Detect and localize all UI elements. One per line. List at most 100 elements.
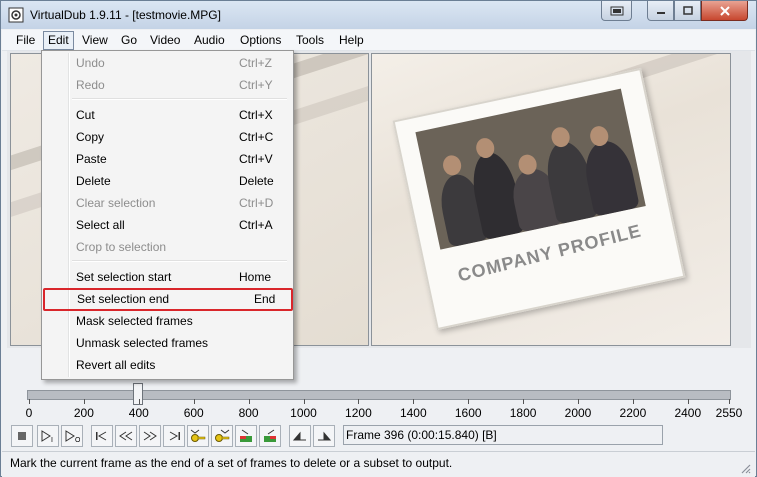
go-end-button[interactable] xyxy=(163,425,185,447)
menu-go-label: Go xyxy=(121,33,138,47)
menu-item-shortcut: Delete xyxy=(239,174,274,188)
menu-item-set-selection-start[interactable]: Set selection start Home xyxy=(45,267,290,287)
menu-go[interactable]: Go xyxy=(117,32,141,49)
maximize-icon xyxy=(682,5,693,15)
menu-audio[interactable]: Audio xyxy=(190,32,229,49)
menu-item-label: Select all xyxy=(76,218,125,232)
menu-file[interactable]: File xyxy=(12,32,39,49)
play-input-icon: I xyxy=(41,430,53,443)
minimize-button[interactable] xyxy=(647,1,674,21)
menu-item-shortcut: Ctrl+Y xyxy=(239,78,273,92)
next-frame-icon xyxy=(143,431,157,441)
output-video-pane[interactable]: COMPANY PROFILE xyxy=(371,53,731,346)
mark-out-button[interactable] xyxy=(313,425,335,447)
menu-item-label: Crop to selection xyxy=(76,240,167,254)
main-window: VirtualDub 1.9.11 - [testmovie.MPG] File… xyxy=(0,0,757,477)
menu-item-paste[interactable]: Paste Ctrl+V xyxy=(45,149,290,169)
svg-text:I: I xyxy=(51,437,53,443)
menu-item-unmask-selected-frames[interactable]: Unmask selected frames xyxy=(45,333,290,353)
timeline-tick xyxy=(29,399,30,404)
mark-in-button[interactable] xyxy=(289,425,311,447)
timeline-tick-label: 1000 xyxy=(290,406,317,420)
prev-keyframe-button[interactable] xyxy=(187,425,209,447)
menu-item-delete[interactable]: Delete Delete xyxy=(45,171,290,191)
menu-item-undo[interactable]: Undo Ctrl+Z xyxy=(45,53,290,73)
next-keyframe-icon xyxy=(215,429,230,442)
go-end-icon xyxy=(169,431,180,441)
timeline-thumb[interactable] xyxy=(132,383,143,405)
mark-out-icon xyxy=(318,431,332,441)
timeline-tick xyxy=(83,399,85,404)
timeline-tick xyxy=(729,399,730,404)
edit-menu-dropdown: Undo Ctrl+Z Redo Ctrl+Y Cut Ctrl+X Copy Ctrl… xyxy=(41,50,294,380)
timeline-tick-label: 1800 xyxy=(509,406,537,420)
title-bar[interactable]: VirtualDub 1.9.11 - [testmovie.MPG] xyxy=(1,1,756,29)
menu-item-label: Mask selected frames xyxy=(76,314,193,328)
menu-item-label: Cut xyxy=(76,108,95,122)
play-output-button[interactable]: O xyxy=(61,425,83,447)
close-button[interactable] xyxy=(701,1,748,21)
menu-help[interactable]: Help xyxy=(335,32,368,49)
menu-item-mask-selected-frames[interactable]: Mask selected frames xyxy=(45,311,290,331)
next-frame-button[interactable] xyxy=(139,425,161,447)
menu-item-label: Paste xyxy=(76,152,107,166)
window-extra-button[interactable] xyxy=(601,1,632,21)
menu-file-label: File xyxy=(16,33,36,47)
timeline-tick xyxy=(358,399,360,404)
timeline-tick-label: 400 xyxy=(128,406,149,420)
menu-item-shortcut: Home xyxy=(239,270,272,284)
scene-forward-button[interactable] xyxy=(259,425,281,447)
menu-item-redo[interactable]: Redo Ctrl+Y xyxy=(45,75,290,95)
resize-grip-icon[interactable] xyxy=(739,462,751,474)
timeline-tick-label: 800 xyxy=(238,406,259,420)
stop-icon xyxy=(18,432,26,440)
menu-item-label: Unmask selected frames xyxy=(76,336,209,350)
menu-item-label: Redo xyxy=(76,78,105,92)
menu-item-shortcut: Ctrl+V xyxy=(239,152,273,166)
menu-item-cut[interactable]: Cut Ctrl+X xyxy=(45,105,290,125)
go-start-button[interactable] xyxy=(91,425,113,447)
scene-forward-icon xyxy=(264,429,276,442)
menu-edit-label: Edit xyxy=(48,33,69,47)
play-input-button[interactable]: I xyxy=(37,425,59,447)
menu-view[interactable]: View xyxy=(78,32,112,49)
menu-separator xyxy=(72,260,287,262)
timeline-tick-label: 2400 xyxy=(674,406,702,420)
go-start-icon xyxy=(96,431,107,441)
mark-in-icon xyxy=(292,431,306,441)
timeline-tick xyxy=(303,399,305,404)
timeline-tick-label: 200 xyxy=(73,406,94,420)
timeline-tick xyxy=(468,399,470,404)
maximize-button[interactable] xyxy=(674,1,701,21)
menu-item-crop-to-selection[interactable]: Crop to selection xyxy=(45,237,290,257)
timeline-tick xyxy=(523,399,525,404)
timeline-tick-label: 1600 xyxy=(454,406,482,420)
app-icon[interactable] xyxy=(8,7,24,23)
play-output-icon: O xyxy=(65,430,80,443)
menu-item-label: Set selection end xyxy=(77,292,170,306)
menu-video-label: Video xyxy=(150,33,181,47)
menu-item-set-selection-end[interactable]: Set selection end End xyxy=(43,288,293,311)
menu-item-copy[interactable]: Copy Ctrl+C xyxy=(45,127,290,147)
scene-back-button[interactable] xyxy=(235,425,257,447)
menu-options-label: Options xyxy=(240,33,282,47)
menu-item-select-all[interactable]: Select all Ctrl+A xyxy=(45,215,290,235)
menu-separator xyxy=(72,98,287,100)
prev-frame-button[interactable] xyxy=(115,425,137,447)
window-restore-icon xyxy=(610,6,623,15)
menu-video[interactable]: Video xyxy=(146,32,184,49)
menu-help-label: Help xyxy=(339,33,364,47)
menu-options[interactable]: Options xyxy=(236,32,285,49)
stop-button[interactable] xyxy=(11,425,33,447)
timeline-tick-label: 1200 xyxy=(345,406,372,420)
window-title: VirtualDub 1.9.11 - [testmovie.MPG] xyxy=(30,8,221,22)
next-keyframe-button[interactable] xyxy=(211,425,233,447)
menu-edit[interactable]: Edit xyxy=(43,31,74,50)
timeline-tick xyxy=(138,399,140,404)
timeline-tick-label: 2000 xyxy=(564,406,592,420)
menu-tools[interactable]: Tools xyxy=(292,32,328,49)
menu-item-shortcut: Ctrl+C xyxy=(239,130,274,144)
timeline-tick-label: 0 xyxy=(25,406,33,420)
menu-item-clear-selection[interactable]: Clear selection Ctrl+D xyxy=(45,193,290,213)
menu-item-revert-all-edits[interactable]: Revert all edits xyxy=(45,355,290,375)
